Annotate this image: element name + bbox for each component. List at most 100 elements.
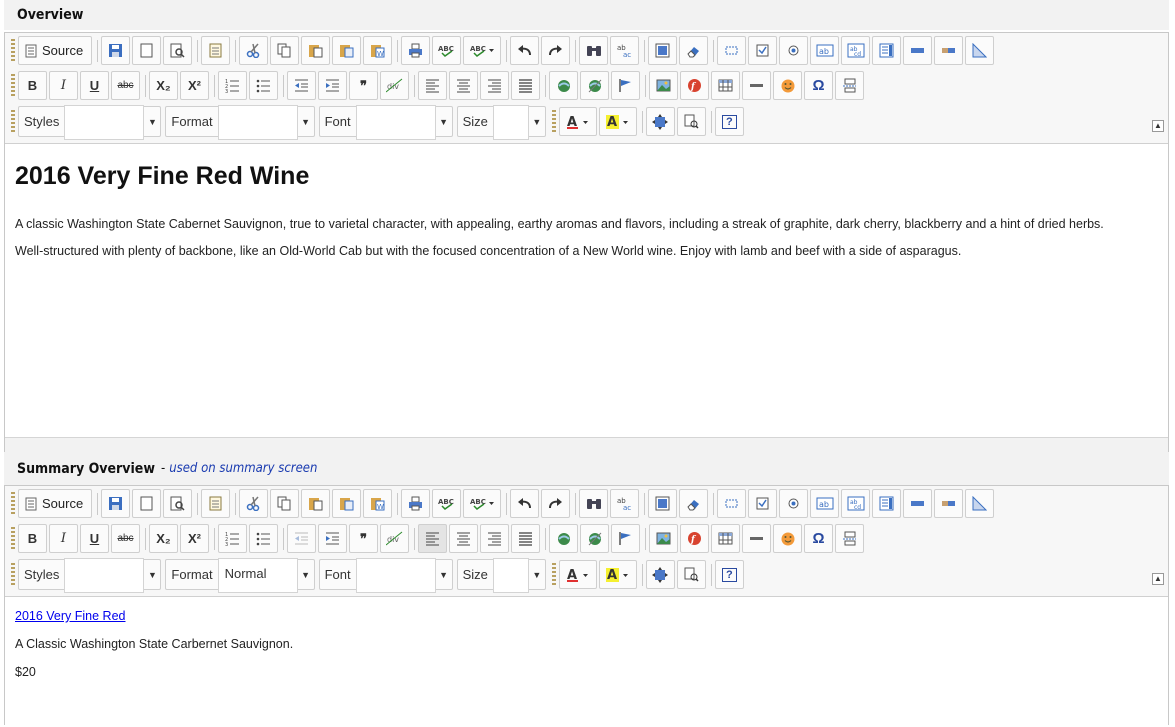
bold-button[interactable]: B: [18, 71, 47, 100]
dropdown-arrow-icon[interactable]: ▼: [529, 117, 545, 127]
align-center-button[interactable]: [449, 524, 478, 553]
subscript-button[interactable]: X₂: [149, 524, 178, 553]
align-right-button[interactable]: [480, 524, 509, 553]
collapse-toolbar-button[interactable]: ▲: [1152, 573, 1164, 585]
textfield-button[interactable]: ab: [810, 489, 840, 518]
overview-content[interactable]: 2016 Very Fine Red Wine A classic Washin…: [5, 162, 1168, 437]
indent-button[interactable]: [318, 71, 347, 100]
size-value[interactable]: [492, 105, 529, 140]
redo-button[interactable]: [541, 36, 571, 65]
font-combo[interactable]: Font ▼: [318, 105, 453, 140]
align-left-button[interactable]: [418, 524, 447, 553]
textfield-button[interactable]: ab: [810, 36, 840, 65]
select-button[interactable]: [872, 36, 902, 65]
maximize-button[interactable]: [645, 107, 675, 136]
replace-button[interactable]: ab ac: [610, 489, 640, 518]
justify-button[interactable]: [511, 71, 540, 100]
dropdown-arrow-icon[interactable]: ▼: [144, 117, 160, 127]
flash-button[interactable]: f: [680, 524, 709, 553]
preview-button[interactable]: [163, 36, 193, 65]
align-right-button[interactable]: [480, 71, 509, 100]
paste-text-button[interactable]: [332, 36, 362, 65]
page-break-button[interactable]: [835, 524, 864, 553]
cut-button[interactable]: [239, 489, 269, 518]
checkbox-button[interactable]: [748, 36, 778, 65]
subscript-button[interactable]: X₂: [149, 71, 178, 100]
button-button[interactable]: [903, 36, 933, 65]
format-combo[interactable]: Format Normal ▼: [165, 558, 315, 593]
italic-button[interactable]: I: [49, 524, 78, 553]
collapse-toolbar-button[interactable]: ▲: [1152, 120, 1164, 132]
bold-button[interactable]: B: [18, 524, 47, 553]
help-button[interactable]: ?: [714, 560, 744, 589]
superscript-button[interactable]: X²: [180, 71, 209, 100]
preview-button[interactable]: [163, 489, 193, 518]
link-button[interactable]: [549, 71, 578, 100]
paste-button[interactable]: [301, 36, 331, 65]
strike-button[interactable]: abc: [111, 71, 140, 100]
styles-combo[interactable]: Styles ▼: [18, 105, 162, 140]
special-char-button[interactable]: Ω: [804, 524, 833, 553]
blockquote-button[interactable]: ❞: [349, 524, 378, 553]
link-button[interactable]: [549, 524, 578, 553]
find-button[interactable]: [579, 36, 609, 65]
unlink-button[interactable]: [580, 524, 609, 553]
scayt-button[interactable]: ABC: [463, 36, 502, 65]
dropdown-arrow-icon[interactable]: ▼: [298, 570, 314, 580]
scayt-button[interactable]: ABC: [463, 489, 502, 518]
show-blocks-button[interactable]: [676, 107, 706, 136]
smiley-button[interactable]: [773, 71, 802, 100]
paste-button[interactable]: [301, 489, 331, 518]
horizontal-rule-button[interactable]: [742, 524, 771, 553]
print-button[interactable]: [401, 489, 431, 518]
select-all-button[interactable]: [648, 36, 678, 65]
paste-word-button[interactable]: W: [363, 489, 393, 518]
bulleted-list-button[interactable]: [249, 71, 278, 100]
align-center-button[interactable]: [449, 71, 478, 100]
cut-button[interactable]: [239, 36, 269, 65]
new-page-button[interactable]: [132, 489, 162, 518]
dropdown-arrow-icon[interactable]: ▼: [144, 570, 160, 580]
justify-button[interactable]: [511, 524, 540, 553]
page-break-button[interactable]: [835, 71, 864, 100]
anchor-button[interactable]: [611, 524, 640, 553]
dropdown-arrow-icon[interactable]: ▼: [298, 117, 314, 127]
font-value[interactable]: [355, 558, 436, 593]
underline-button[interactable]: U: [80, 71, 109, 100]
spellcheck-button[interactable]: ABC: [432, 489, 462, 518]
font-value[interactable]: [355, 105, 436, 140]
remove-format-button[interactable]: [679, 36, 709, 65]
special-char-button[interactable]: Ω: [804, 71, 833, 100]
bg-color-button[interactable]: A: [598, 107, 637, 136]
image-button-button[interactable]: [934, 36, 964, 65]
image-button[interactable]: [649, 71, 678, 100]
radio-button[interactable]: [779, 36, 809, 65]
strike-button[interactable]: abc: [111, 524, 140, 553]
horizontal-rule-button[interactable]: [742, 71, 771, 100]
redo-button[interactable]: [541, 489, 571, 518]
text-color-button[interactable]: A: [558, 107, 597, 136]
new-page-button[interactable]: [132, 36, 162, 65]
unlink-button[interactable]: [580, 71, 609, 100]
underline-button[interactable]: U: [80, 524, 109, 553]
smiley-button[interactable]: [773, 524, 802, 553]
find-button[interactable]: [579, 489, 609, 518]
checkbox-button[interactable]: [748, 489, 778, 518]
bg-color-button[interactable]: A: [598, 560, 637, 589]
format-combo[interactable]: Format ▼: [165, 105, 315, 140]
copy-button[interactable]: [270, 36, 300, 65]
print-button[interactable]: [401, 36, 431, 65]
spellcheck-button[interactable]: ABC: [432, 36, 462, 65]
styles-combo[interactable]: Styles ▼: [18, 558, 162, 593]
table-button[interactable]: [711, 524, 740, 553]
anchor-button[interactable]: [611, 71, 640, 100]
create-div-button[interactable]: div: [380, 71, 409, 100]
dropdown-arrow-icon[interactable]: ▼: [436, 570, 452, 580]
outdent-button[interactable]: [287, 71, 316, 100]
select-all-button[interactable]: [648, 489, 678, 518]
dropdown-arrow-icon[interactable]: ▼: [436, 117, 452, 127]
blockquote-button[interactable]: ❞: [349, 71, 378, 100]
table-button[interactable]: [711, 71, 740, 100]
size-combo[interactable]: Size ▼: [456, 105, 546, 140]
image-button[interactable]: [649, 524, 678, 553]
